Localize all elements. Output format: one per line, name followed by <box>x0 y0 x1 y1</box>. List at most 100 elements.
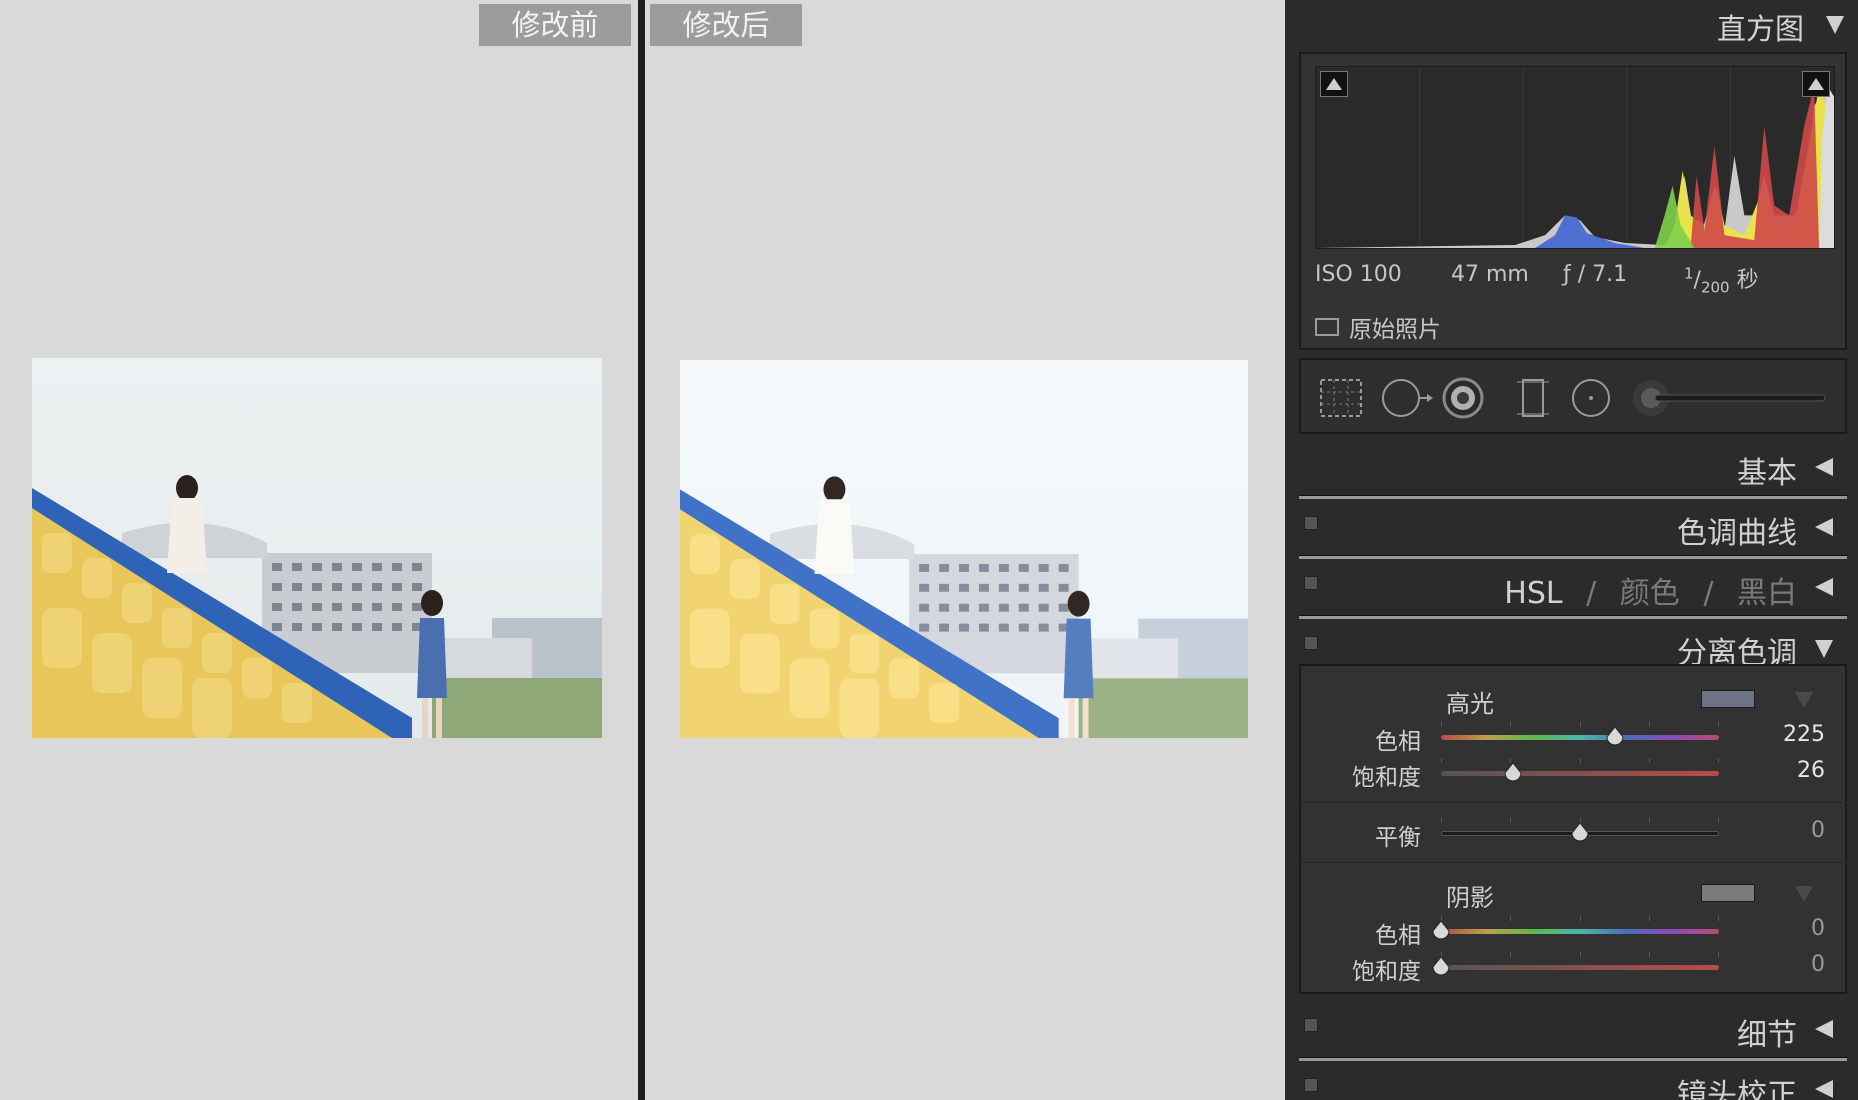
tab-separator: / <box>1586 576 1597 611</box>
collapse-icon[interactable] <box>1815 640 1833 658</box>
balance-label: 平衡 <box>1375 825 1421 851</box>
after-label[interactable]: 修改后 <box>650 4 802 46</box>
exif-shutter: 1/200 秒 <box>1684 264 1759 297</box>
lens-correction-section-header[interactable]: 镜头校正 <box>1299 1060 1847 1100</box>
shadows-hue-label: 色相 <box>1375 923 1421 949</box>
exif-iso: ISO 100 <box>1315 262 1402 287</box>
group-divider <box>1301 802 1849 803</box>
expand-icon[interactable] <box>1815 1020 1833 1038</box>
tone-curve-section-header[interactable]: 色调曲线 <box>1299 498 1847 559</box>
exif-aperture: ƒ / 7.1 <box>1563 262 1628 287</box>
shadows-color-swatch[interactable] <box>1701 884 1755 902</box>
collapse-icon[interactable] <box>1826 16 1844 34</box>
balance-value[interactable]: 0 <box>1811 818 1825 843</box>
graduated-filter-icon[interactable] <box>1511 376 1555 420</box>
shadows-label: 阴影 <box>1446 884 1494 912</box>
slider-thumb[interactable] <box>1503 762 1523 784</box>
shutter-denominator: 200 <box>1700 278 1730 297</box>
tab-bw[interactable]: 黑白 <box>1737 576 1797 611</box>
original-photo-toggle[interactable]: 原始照片 <box>1315 310 1441 344</box>
shadow-clipping-icon[interactable] <box>1320 71 1348 97</box>
expand-icon[interactable] <box>1815 578 1833 596</box>
shadows-hue-slider[interactable] <box>1441 929 1719 934</box>
compare-divider[interactable] <box>638 0 645 1100</box>
slider-ticks <box>1441 722 1719 730</box>
tone-curve-title: 色调曲线 <box>1677 516 1797 551</box>
panel-switch-icon[interactable] <box>1304 1078 1318 1092</box>
before-label[interactable]: 修改前 <box>479 4 631 46</box>
after-pane: 修改后 <box>645 0 1285 1100</box>
tool-strip <box>1299 358 1847 434</box>
shutter-unit: 秒 <box>1736 268 1759 293</box>
lens-correction-title: 镜头校正 <box>1677 1078 1797 1100</box>
radial-filter-icon[interactable] <box>1569 376 1613 420</box>
slider-ticks <box>1441 758 1719 766</box>
highlights-label: 高光 <box>1446 690 1494 718</box>
slider-thumb[interactable] <box>1605 726 1625 748</box>
before-pane: 修改前 <box>0 0 638 1100</box>
hsl-tabs: HSL / 颜色 / 黑白 <box>1504 568 1797 612</box>
detail-title: 细节 <box>1737 1018 1797 1053</box>
highlights-hue-value[interactable]: 225 <box>1783 722 1825 747</box>
slider-thumb[interactable] <box>1431 956 1451 978</box>
expand-icon[interactable] <box>1815 458 1833 476</box>
panel-switch-icon[interactable] <box>1304 636 1318 650</box>
highlights-hue-label: 色相 <box>1375 729 1421 755</box>
split-toning-section-header[interactable]: 分离色调 <box>1299 618 1847 671</box>
split-toning-panel: 高光 色相 225 饱和度 26 平衡 0 阴影 色相 0 饱和度 0 <box>1299 664 1849 994</box>
shadows-hue-value[interactable]: 0 <box>1811 916 1825 941</box>
highlights-saturation-row: 饱和度 26 <box>1301 758 1849 791</box>
basic-section-header[interactable]: 基本 <box>1299 438 1847 499</box>
highlights-saturation-value[interactable]: 26 <box>1797 758 1825 783</box>
after-photo-image <box>680 360 1248 738</box>
shadows-color-picker-icon[interactable] <box>1795 886 1813 902</box>
spot-removal-icon[interactable] <box>1379 376 1435 420</box>
histogram-title: 直方图 <box>1716 12 1804 46</box>
adjustment-brush-icon[interactable] <box>1631 376 1831 420</box>
compare-view: 修改前 修改后 <box>0 0 1285 1100</box>
highlights-saturation-slider[interactable] <box>1441 771 1719 776</box>
panel-switch-icon[interactable] <box>1304 1018 1318 1032</box>
before-photo[interactable] <box>32 358 602 738</box>
highlights-saturation-label: 饱和度 <box>1352 765 1421 791</box>
panel-switch-icon[interactable] <box>1304 576 1318 590</box>
slider-ticks <box>1441 952 1719 960</box>
panel-switch-icon[interactable] <box>1304 516 1318 530</box>
shutter-numerator: 1 <box>1684 264 1694 283</box>
original-photo-checkbox[interactable] <box>1315 318 1339 336</box>
tab-color[interactable]: 颜色 <box>1620 576 1680 611</box>
hsl-section-header[interactable]: HSL / 颜色 / 黑白 <box>1299 558 1847 619</box>
slider-ticks <box>1441 916 1719 924</box>
highlights-hue-row: 色相 225 <box>1301 722 1849 755</box>
develop-panel: 直方图 ISO 100 47 mm ƒ / 7.1 1/200 秒 原始照片 基… <box>1285 0 1858 1100</box>
detail-section-header[interactable]: 细节 <box>1299 1000 1847 1061</box>
after-photo[interactable] <box>680 360 1248 738</box>
highlights-color-picker-icon[interactable] <box>1795 692 1813 708</box>
group-divider <box>1301 862 1849 863</box>
highlights-hue-slider[interactable] <box>1441 735 1719 740</box>
highlight-clipping-icon[interactable] <box>1802 71 1830 97</box>
shadows-saturation-label: 饱和度 <box>1352 959 1421 985</box>
expand-icon[interactable] <box>1815 1080 1833 1098</box>
basic-title: 基本 <box>1737 456 1797 491</box>
histogram-graph <box>1316 67 1834 248</box>
histogram[interactable] <box>1315 66 1835 249</box>
before-photo-image <box>32 358 602 738</box>
shadows-saturation-value[interactable]: 0 <box>1811 952 1825 977</box>
tab-separator: / <box>1703 576 1714 611</box>
red-eye-icon[interactable] <box>1441 376 1485 420</box>
exif-focal-length: 47 mm <box>1451 262 1529 287</box>
shadows-saturation-row: 饱和度 0 <box>1301 952 1849 985</box>
tab-hsl[interactable]: HSL <box>1504 576 1562 611</box>
expand-icon[interactable] <box>1815 518 1833 536</box>
histogram-panel: ISO 100 47 mm ƒ / 7.1 1/200 秒 原始照片 <box>1299 52 1847 350</box>
crop-overlay-icon[interactable] <box>1317 376 1365 420</box>
original-photo-label: 原始照片 <box>1349 317 1441 343</box>
highlights-color-swatch[interactable] <box>1701 690 1755 708</box>
slider-thumb[interactable] <box>1431 920 1451 942</box>
shadows-saturation-slider[interactable] <box>1441 965 1719 970</box>
histogram-header[interactable]: 直方图 <box>1285 0 1858 50</box>
slider-thumb[interactable] <box>1570 822 1590 844</box>
shadows-hue-row: 色相 0 <box>1301 916 1849 949</box>
balance-row: 平衡 0 <box>1301 818 1849 851</box>
